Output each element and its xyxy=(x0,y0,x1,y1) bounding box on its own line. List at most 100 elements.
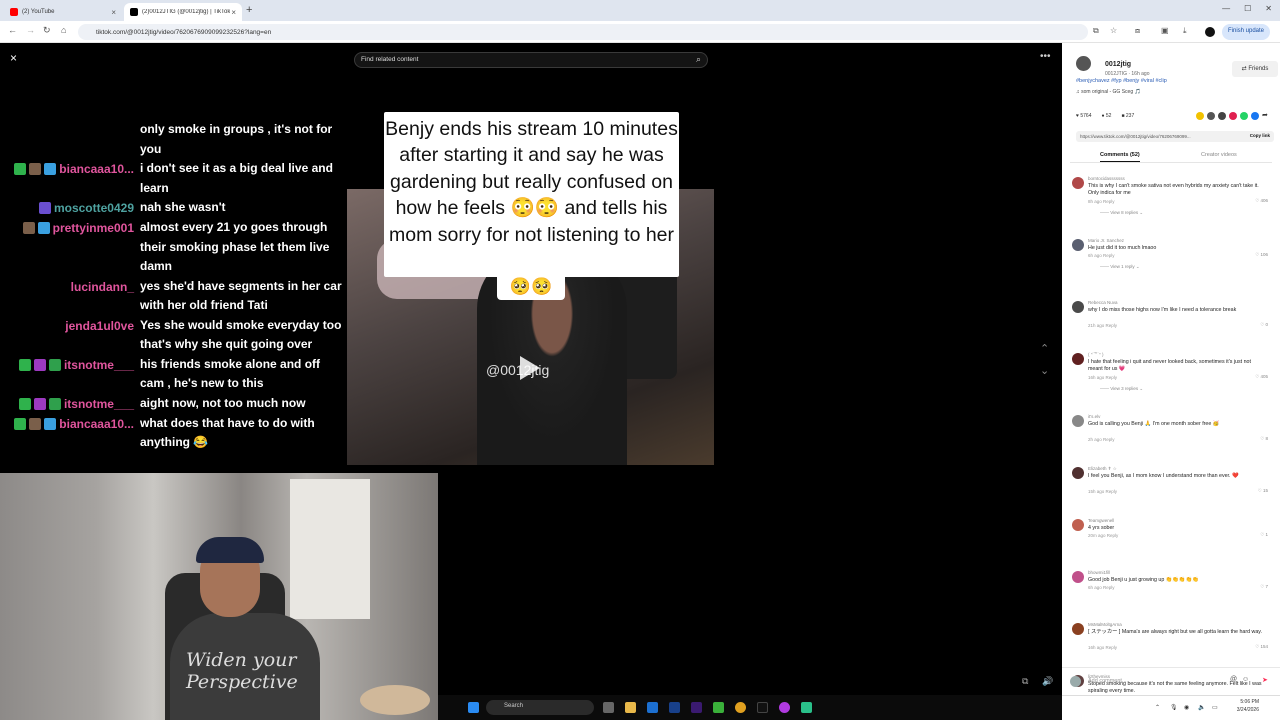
friends-button[interactable]: ⇄ Friends xyxy=(1232,61,1278,77)
comment-avatar[interactable] xyxy=(1072,571,1084,583)
tab-tiktok[interactable]: (2)0012JTIG (@0012jtig) | TikTok × xyxy=(124,3,242,21)
tab-creator-videos[interactable]: Creator videos xyxy=(1201,152,1237,158)
url-field[interactable]: tiktok.com/@0012jtig/video/7620676909099… xyxy=(78,24,1088,40)
hashtags[interactable]: #benjychavez #fyp #benjy #viral #clip xyxy=(1076,78,1167,84)
comment-button[interactable]: ● 52 xyxy=(1101,113,1111,119)
comment-avatar[interactable] xyxy=(1072,623,1084,635)
comment-like-button[interactable]: ♡ 15 xyxy=(1258,488,1268,494)
comment-avatar[interactable] xyxy=(1072,467,1084,479)
comment-avatar[interactable] xyxy=(1072,301,1084,313)
maximize-icon[interactable]: ☐ xyxy=(1244,4,1251,13)
comment-meta-reply[interactable]: 6h ago Reply xyxy=(1088,253,1115,258)
app-c-icon[interactable] xyxy=(779,702,790,713)
comment-username[interactable]: MsMalMoltgArna xyxy=(1088,622,1122,627)
comment-like-button[interactable]: ♡ 0 xyxy=(1260,322,1268,328)
creator-avatar[interactable] xyxy=(1076,56,1091,71)
speaker-icon[interactable]: 🔈 xyxy=(1198,704,1205,711)
premiere-icon[interactable] xyxy=(691,702,702,713)
copy-link-button[interactable]: Copy link xyxy=(1245,133,1270,138)
share-icon-1[interactable] xyxy=(1196,112,1204,120)
view-replies-button[interactable]: —— View 8 replies ⌄ xyxy=(1100,210,1143,216)
comment-username[interactable]: Elizabeth ✝ ☆ xyxy=(1088,466,1117,472)
tiktok-taskbar-icon[interactable] xyxy=(757,702,768,713)
send-icon[interactable]: ➤ xyxy=(1262,676,1268,684)
view-replies-button[interactable]: —— View 1 reply ⌄ xyxy=(1100,264,1140,270)
sound-link[interactable]: ♫ som original - GG Sceg 🎵 xyxy=(1076,89,1141,95)
app-icon[interactable] xyxy=(713,702,724,713)
wifi-icon[interactable]: ◉ xyxy=(1184,704,1189,711)
comment-username[interactable]: Mario Jr. Sanchez xyxy=(1088,238,1124,243)
comment-username[interactable]: Teamgwenell xyxy=(1088,518,1114,523)
chrome-icon[interactable] xyxy=(735,702,746,713)
taskbar-search[interactable]: Search xyxy=(486,700,594,715)
file-explorer-icon[interactable] xyxy=(625,702,636,713)
find-related-search[interactable]: Find related content ⌕ xyxy=(354,52,708,68)
comment-like-button[interactable]: ♡ 106 xyxy=(1255,252,1268,258)
search-icon[interactable]: ⌕ xyxy=(696,54,701,65)
mention-icon[interactable]: @ xyxy=(1230,676,1237,683)
comment-like-button[interactable]: ♡ 405 xyxy=(1255,374,1268,380)
tab-comments[interactable]: Comments (52) xyxy=(1100,152,1140,162)
home-icon[interactable]: ⌂ xyxy=(61,25,66,35)
more-options-icon[interactable]: ••• xyxy=(1040,51,1051,62)
taskbar-clock[interactable]: 5:06 PM 3/24/2026 xyxy=(1229,698,1259,714)
comment-username[interactable]: borntocidasssssss xyxy=(1088,176,1125,181)
comment-username[interactable]: it's.elv xyxy=(1088,414,1100,419)
comment-meta-reply[interactable]: 6h ago Reply xyxy=(1088,585,1115,590)
previous-video-icon[interactable]: ⌃ xyxy=(1040,342,1049,355)
comment-meta-reply[interactable]: 16h ago Reply xyxy=(1088,375,1117,380)
back-icon[interactable]: ← xyxy=(8,25,17,35)
comment-meta-reply[interactable]: 2h ago Reply xyxy=(1088,437,1115,442)
comment-meta-reply[interactable]: 8h ago Reply xyxy=(1088,199,1115,204)
photoshop-icon[interactable] xyxy=(669,702,680,713)
forward-icon[interactable]: → xyxy=(26,25,35,35)
comment-meta-reply[interactable]: 21h ago Reply xyxy=(1088,323,1117,328)
comment-like-button[interactable]: ♡ 154 xyxy=(1255,644,1268,650)
comment-username[interactable]: Rebecca Nuva xyxy=(1088,300,1118,305)
view-replies-button[interactable]: —— View 3 replies ⌄ xyxy=(1100,386,1143,392)
comment-avatar[interactable] xyxy=(1072,353,1084,365)
comment-avatar[interactable] xyxy=(1072,177,1084,189)
save-button[interactable]: ■ 237 xyxy=(1121,113,1134,119)
split-view-icon[interactable]: ▣ xyxy=(1161,26,1169,35)
comment-meta-reply[interactable]: 20m ago Reply xyxy=(1088,533,1118,538)
close-tab-icon[interactable]: × xyxy=(111,8,116,17)
app-green-icon[interactable] xyxy=(801,702,812,713)
add-comment-input[interactable]: Add comment... xyxy=(1088,678,1127,684)
reload-icon[interactable]: ↻ xyxy=(43,25,51,36)
pip-icon[interactable]: ⧉ xyxy=(1022,676,1028,687)
downloads-icon[interactable]: ⤓ xyxy=(1183,26,1187,36)
comment-like-button[interactable]: ♡ 8 xyxy=(1260,436,1268,442)
comment-like-button[interactable]: ♡ 7 xyxy=(1260,584,1268,590)
video-link[interactable]: https://www.tiktok.com/@0012jtig/video/7… xyxy=(1080,134,1191,139)
profile-avatar[interactable] xyxy=(1205,27,1215,37)
comment-avatar[interactable] xyxy=(1072,239,1084,251)
close-tab-icon[interactable]: × xyxy=(231,8,236,17)
extensions-icon[interactable]: ⧈ xyxy=(1135,26,1140,36)
play-icon[interactable] xyxy=(520,356,540,380)
new-tab-button[interactable]: + xyxy=(246,4,252,16)
tray-overflow-icon[interactable]: ⌃ xyxy=(1155,704,1160,711)
whatsapp-icon[interactable] xyxy=(1240,112,1248,120)
comment-username[interactable]: ( ᐢ˙꒳˙ᐢ ) xyxy=(1088,352,1104,358)
share-icon-2[interactable] xyxy=(1207,112,1215,120)
like-button[interactable]: ♥ 5764 xyxy=(1076,113,1091,119)
next-video-icon[interactable]: ⌄ xyxy=(1040,364,1049,377)
comment-like-button[interactable]: ♡ 1 xyxy=(1260,532,1268,538)
install-icon[interactable]: ⧉ xyxy=(1093,26,1099,36)
task-view-icon[interactable] xyxy=(603,702,614,713)
finish-update-button[interactable]: Finish update xyxy=(1222,24,1271,40)
close-window-icon[interactable]: ✕ xyxy=(1265,4,1272,13)
share-icon-4[interactable] xyxy=(1229,112,1237,120)
comment-avatar[interactable] xyxy=(1072,519,1084,531)
tab-youtube[interactable]: (2) YouTube × xyxy=(4,3,122,21)
emoji-icon[interactable]: ☺ xyxy=(1242,676,1249,683)
microphone-icon[interactable]: 🎙 xyxy=(1170,704,1178,711)
creator-username[interactable]: 0012jtig xyxy=(1105,61,1131,68)
comment-meta-reply[interactable]: 16h ago Reply xyxy=(1088,645,1117,650)
volume-icon[interactable]: 🔊 xyxy=(1042,676,1053,687)
share-arrow-icon[interactable]: ➦ xyxy=(1262,112,1270,120)
lightroom-icon[interactable] xyxy=(647,702,658,713)
bookmark-star-icon[interactable]: ☆ xyxy=(1110,26,1117,35)
close-icon[interactable]: × xyxy=(10,51,17,65)
